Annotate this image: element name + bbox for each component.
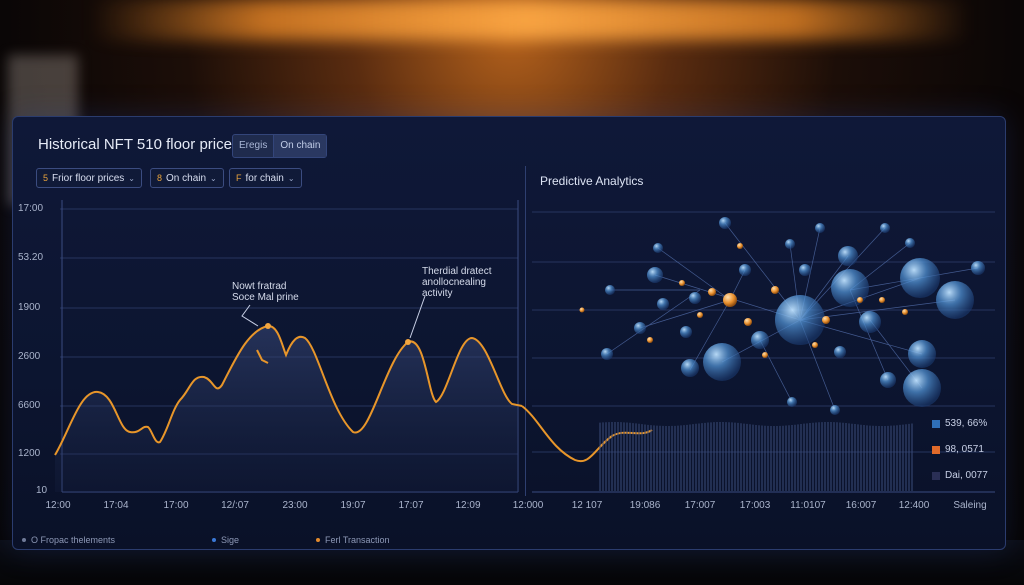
annotation-line: anollocnealing [422, 277, 486, 288]
annotation-activity: Therdial dratect anollocnealing activity [422, 266, 491, 299]
chart-canvas [54, 200, 995, 493]
annotation-line: Therdial dratect [422, 266, 492, 277]
legend-item: Dai, 0077 [932, 470, 988, 481]
price-area [55, 325, 518, 492]
legend-swatch [932, 419, 940, 428]
footer-legend-sige[interactable]: Sige [212, 535, 239, 545]
footer-label: Ferl Transaction [325, 535, 390, 545]
legend-label: Dai, 0077 [945, 470, 988, 481]
chart-legend: 539, 66% 98, 0571 Dai, 0077 [926, 410, 1000, 494]
peak-marker [265, 323, 271, 329]
legend-item: 539, 66% [932, 418, 987, 429]
dot-icon [316, 538, 320, 542]
dot-icon [212, 538, 216, 542]
annotation-line: Soce Mal prine [232, 292, 299, 303]
network-nodes [579, 217, 985, 415]
annotation-leader [409, 295, 426, 339]
footer-label: O Fropac thelements [31, 535, 116, 545]
legend-item: 98, 0571 [932, 444, 984, 455]
footer-legend-transaction[interactable]: Ferl Transaction [316, 535, 390, 545]
footer-legend-elements[interactable]: O Fropac thelements [22, 535, 115, 545]
annotation-line: activity [422, 288, 453, 299]
annotation-floor-price: Nowt fratrad Soce Mal prine [232, 281, 299, 303]
footer-label: Sige [221, 535, 240, 545]
peak-marker [405, 339, 411, 345]
legend-label: 539, 66% [945, 418, 988, 429]
legend-label: 98, 0571 [945, 444, 984, 455]
legend-swatch [932, 445, 940, 454]
dot-icon [22, 538, 26, 542]
annotation-line: Nowt fratrad [232, 281, 287, 292]
legend-swatch [932, 471, 940, 480]
